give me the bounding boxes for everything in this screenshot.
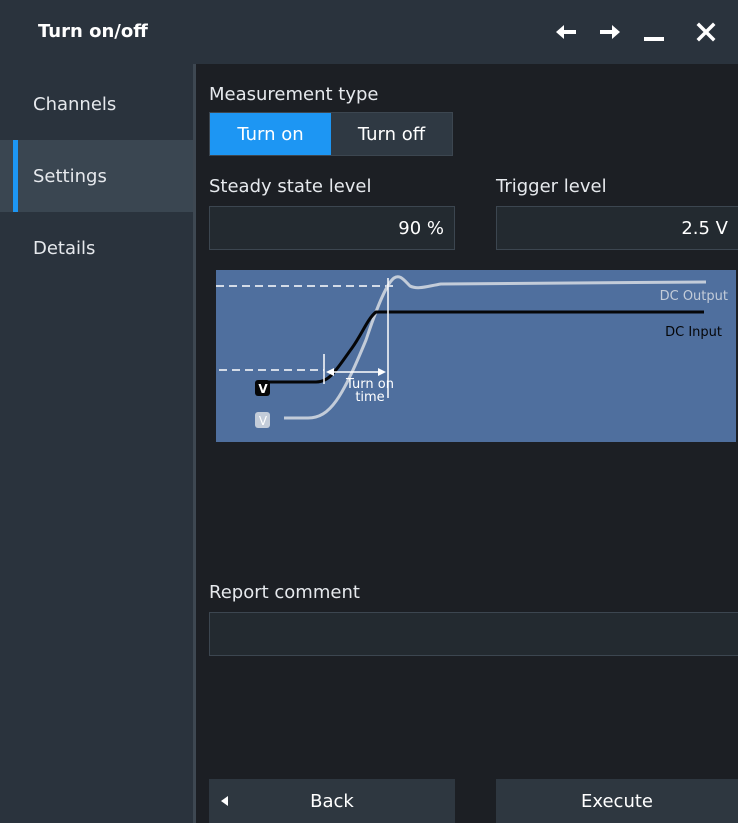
trigger-level-label: Trigger level [496, 176, 607, 197]
turn-on-off-dialog: Turn on/off Channels Settings Details Me… [0, 0, 738, 823]
arrow-right-icon[interactable] [590, 0, 630, 64]
arrow-left-icon[interactable] [546, 0, 586, 64]
execute-button[interactable]: Execute [496, 779, 738, 823]
dc-input-label: DC Input [665, 325, 722, 340]
sidebar-item-label: Settings [33, 165, 107, 187]
back-button-label: Back [310, 790, 354, 812]
settings-panel: Measurement type Turn on Turn off Steady… [196, 64, 738, 823]
turn-on-time-illustration: V V Turn on time DC Output DC Input [206, 270, 736, 442]
measurement-type-label: Measurement type [209, 84, 379, 105]
turn-on-time-label-line2: time [355, 390, 384, 405]
steady-state-level-label: Steady state level [209, 176, 372, 197]
turn-off-option[interactable]: Turn off [331, 113, 452, 155]
sidebar: Channels Settings Details [0, 64, 193, 823]
execute-button-label: Execute [581, 790, 653, 812]
window-title: Turn on/off [38, 21, 148, 42]
close-icon[interactable] [686, 0, 726, 64]
sidebar-item-label: Channels [33, 93, 117, 115]
measurement-type-toggle: Turn on Turn off [209, 112, 453, 156]
output-voltage-badge: V [259, 414, 268, 428]
back-arrow-icon [221, 796, 228, 806]
turn-on-time-diagram: V V Turn on time DC Output DC Input [206, 270, 736, 442]
dc-output-label: DC Output [660, 289, 728, 304]
back-button[interactable]: Back [209, 779, 455, 823]
report-comment-label: Report comment [209, 582, 360, 603]
minimize-icon[interactable] [634, 0, 674, 64]
sidebar-item-label: Details [33, 237, 96, 259]
report-comment-input[interactable] [209, 612, 738, 656]
sidebar-item-channels[interactable]: Channels [0, 68, 193, 140]
sidebar-item-details[interactable]: Details [0, 212, 193, 284]
input-voltage-badge: V [258, 382, 268, 396]
trigger-level-input[interactable]: 2.5 V [496, 206, 738, 250]
title-bar: Turn on/off [0, 0, 738, 64]
turn-on-option[interactable]: Turn on [210, 113, 331, 155]
steady-state-level-input[interactable]: 90 % [209, 206, 455, 250]
sidebar-item-settings[interactable]: Settings [0, 140, 193, 212]
